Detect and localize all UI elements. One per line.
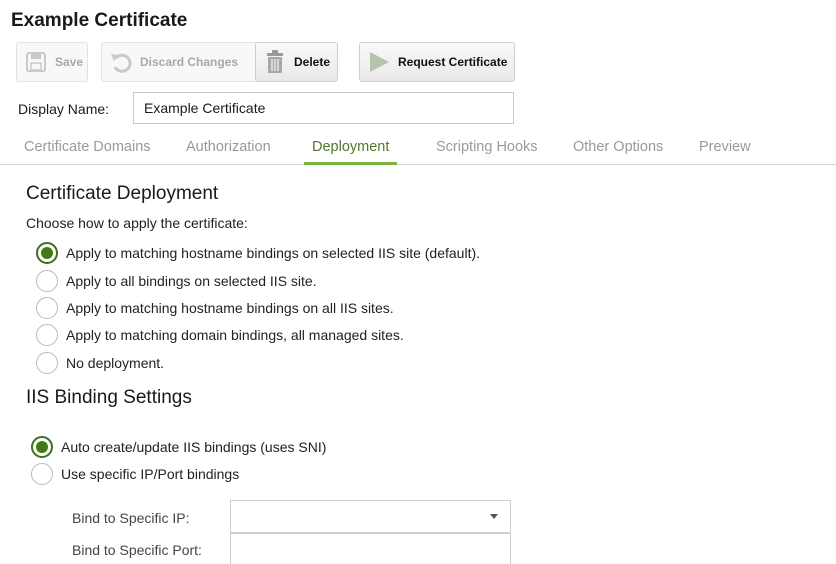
tab-deployment[interactable]: Deployment — [304, 139, 398, 165]
tab-preview[interactable]: Preview — [699, 139, 751, 165]
radio-label: Use specific IP/Port bindings — [61, 466, 240, 482]
tab-authorization[interactable]: Authorization — [186, 139, 271, 165]
certificate-deployment-heading: Certificate Deployment — [26, 183, 219, 204]
deploy-option-matching-hostname-selected-site[interactable]: Apply to matching hostname bindings on s… — [36, 242, 480, 264]
radio-button[interactable] — [36, 270, 58, 292]
radio-button[interactable] — [36, 242, 58, 264]
binding-option-auto-sni[interactable]: Auto create/update IIS bindings (uses SN… — [31, 436, 326, 458]
chevron-down-icon[interactable] — [490, 514, 498, 519]
radio-button[interactable] — [36, 297, 58, 319]
radio-label: No deployment. — [66, 355, 165, 371]
tab-scripting-hooks[interactable]: Scripting Hooks — [436, 139, 538, 165]
display-name-label: Display Name: — [18, 101, 110, 117]
deploy-option-matching-domain-managed-sites[interactable]: Apply to matching domain bindings, all m… — [36, 324, 404, 346]
deployment-prompt: Choose how to apply the certificate: — [26, 215, 248, 231]
display-name-field[interactable] — [133, 92, 514, 124]
tab-bar: Certificate Domains Authorization Deploy… — [0, 134, 836, 165]
radio-label: Apply to all bindings on selected IIS si… — [66, 273, 317, 289]
radio-label: Apply to matching hostname bindings on s… — [66, 245, 481, 261]
bind-port-label: Bind to Specific Port: — [72, 542, 202, 558]
radio-label: Auto create/update IIS bindings (uses SN… — [61, 439, 327, 455]
radio-label: Apply to matching domain bindings, all m… — [66, 327, 404, 343]
page-title: Example Certificate — [11, 10, 188, 31]
tab-certificate-domains[interactable]: Certificate Domains — [24, 139, 151, 165]
request-label: Request Certificate — [398, 55, 508, 69]
discard-changes-button[interactable]: Discard Changes — [101, 42, 258, 82]
radio-button[interactable] — [31, 436, 53, 458]
bind-ip-select[interactable] — [230, 500, 511, 533]
radio-button[interactable] — [36, 352, 58, 374]
radio-button[interactable] — [36, 324, 58, 346]
iis-binding-settings-heading: IIS Binding Settings — [26, 387, 192, 408]
deploy-option-matching-hostname-all-sites[interactable]: Apply to matching hostname bindings on a… — [36, 297, 394, 319]
delete-button[interactable]: Delete — [255, 42, 338, 82]
request-certificate-button[interactable]: Request Certificate — [359, 42, 515, 82]
discard-label: Discard Changes — [140, 55, 239, 69]
bind-port-field[interactable] — [230, 533, 511, 564]
undo-icon — [108, 49, 134, 75]
binding-option-specific-ip-port[interactable]: Use specific IP/Port bindings — [31, 463, 239, 485]
save-label: Save — [55, 55, 84, 69]
tab-other-options[interactable]: Other Options — [573, 139, 663, 165]
trash-icon — [262, 49, 288, 75]
deploy-option-no-deployment[interactable]: No deployment. — [36, 352, 164, 374]
radio-button[interactable] — [31, 463, 53, 485]
delete-label: Delete — [294, 55, 331, 69]
deploy-option-all-bindings-selected-site[interactable]: Apply to all bindings on selected IIS si… — [36, 270, 317, 292]
play-icon — [366, 49, 392, 75]
radio-label: Apply to matching hostname bindings on a… — [66, 300, 394, 316]
save-icon — [23, 49, 49, 75]
bind-ip-label: Bind to Specific IP: — [72, 510, 190, 526]
save-button[interactable]: Save — [16, 42, 88, 82]
